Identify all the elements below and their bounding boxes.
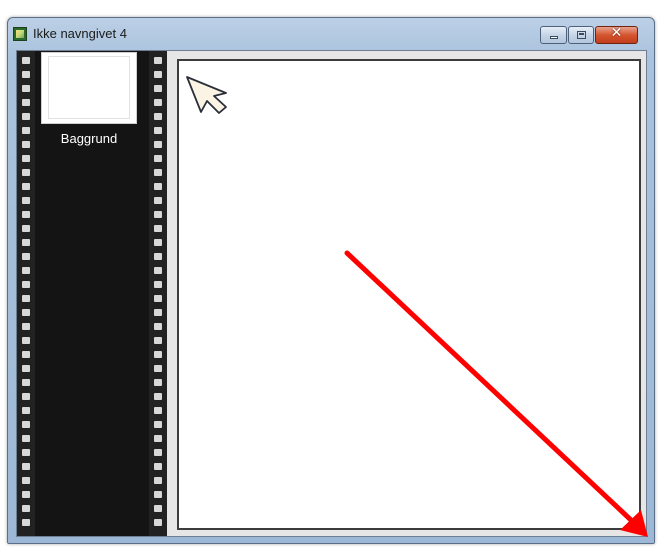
film-perforation	[22, 267, 30, 274]
frame-thumbnail-background[interactable]	[41, 52, 137, 124]
film-perforation	[22, 309, 30, 316]
film-perforation	[22, 239, 30, 246]
film-perforation	[22, 281, 30, 288]
film-perforation	[154, 449, 162, 456]
film-perforation	[22, 449, 30, 456]
film-perforation	[154, 155, 162, 162]
film-perforation	[22, 57, 30, 64]
maximize-icon	[577, 31, 586, 39]
film-perforation	[154, 71, 162, 78]
film-perforation	[154, 169, 162, 176]
film-perforation	[154, 323, 162, 330]
frame-label: Baggrund	[60, 131, 118, 146]
film-perforation	[154, 295, 162, 302]
film-perforation	[22, 99, 30, 106]
film-perforation	[154, 253, 162, 260]
film-perforation	[154, 309, 162, 316]
film-perforation	[22, 225, 30, 232]
film-perforation	[22, 127, 30, 134]
film-perforation	[22, 113, 30, 120]
film-perforation	[154, 183, 162, 190]
film-perforation	[154, 351, 162, 358]
film-perforation	[154, 239, 162, 246]
film-perforation	[22, 337, 30, 344]
film-perforation	[154, 505, 162, 512]
film-perforation	[154, 99, 162, 106]
title-bar[interactable]: Ikke navngivet 4 ✕	[8, 18, 654, 50]
film-perforation	[154, 141, 162, 148]
film-perforation	[154, 519, 162, 526]
film-perforation	[22, 421, 30, 428]
film-perforation	[154, 85, 162, 92]
close-icon: ✕	[610, 25, 623, 41]
film-perforation	[154, 337, 162, 344]
film-perforation	[154, 393, 162, 400]
maximize-button[interactable]	[568, 26, 594, 44]
film-perforation	[22, 155, 30, 162]
thumbnail-preview	[48, 56, 130, 119]
film-perforation	[154, 435, 162, 442]
document-window: Ikke navngivet 4 ✕ Baggrund	[7, 17, 655, 544]
film-perforation	[22, 463, 30, 470]
film-perforation	[154, 127, 162, 134]
film-perforation	[22, 519, 30, 526]
film-perforations-right	[149, 51, 167, 536]
film-perforation	[22, 211, 30, 218]
film-perforation	[22, 365, 30, 372]
film-perforation	[154, 477, 162, 484]
film-perforation	[22, 71, 30, 78]
film-perforation	[154, 57, 162, 64]
film-perforation	[22, 351, 30, 358]
film-perforation	[22, 295, 30, 302]
minimize-icon	[550, 36, 558, 39]
film-perforation	[22, 169, 30, 176]
film-perforation	[154, 365, 162, 372]
film-perforation	[22, 505, 30, 512]
film-perforation	[154, 491, 162, 498]
film-perforation	[154, 407, 162, 414]
film-perforation	[154, 113, 162, 120]
film-perforation	[154, 421, 162, 428]
film-perforation	[22, 253, 30, 260]
close-button[interactable]: ✕	[595, 25, 638, 44]
film-perforation	[22, 85, 30, 92]
film-perforation	[22, 477, 30, 484]
film-perforation	[154, 267, 162, 274]
window-title: Ikke navngivet 4	[33, 26, 127, 41]
film-perforation	[154, 281, 162, 288]
film-perforations-left	[17, 51, 35, 536]
film-perforation	[154, 197, 162, 204]
film-perforation	[22, 379, 30, 386]
filmstrip-panel[interactable]: Baggrund	[17, 51, 167, 536]
film-perforation	[154, 463, 162, 470]
film-perforation	[154, 379, 162, 386]
minimize-button[interactable]	[540, 26, 567, 44]
drawing-canvas[interactable]	[177, 59, 641, 530]
window-content: Baggrund	[16, 50, 647, 537]
film-perforation	[22, 323, 30, 330]
film-perforation	[154, 225, 162, 232]
film-perforation	[22, 393, 30, 400]
film-perforation	[22, 141, 30, 148]
film-perforation	[154, 211, 162, 218]
film-perforation	[22, 197, 30, 204]
film-perforation	[22, 407, 30, 414]
image-document-icon	[13, 27, 27, 41]
film-perforation	[22, 183, 30, 190]
canvas-area	[167, 51, 646, 536]
film-perforation	[22, 435, 30, 442]
film-perforation	[22, 491, 30, 498]
